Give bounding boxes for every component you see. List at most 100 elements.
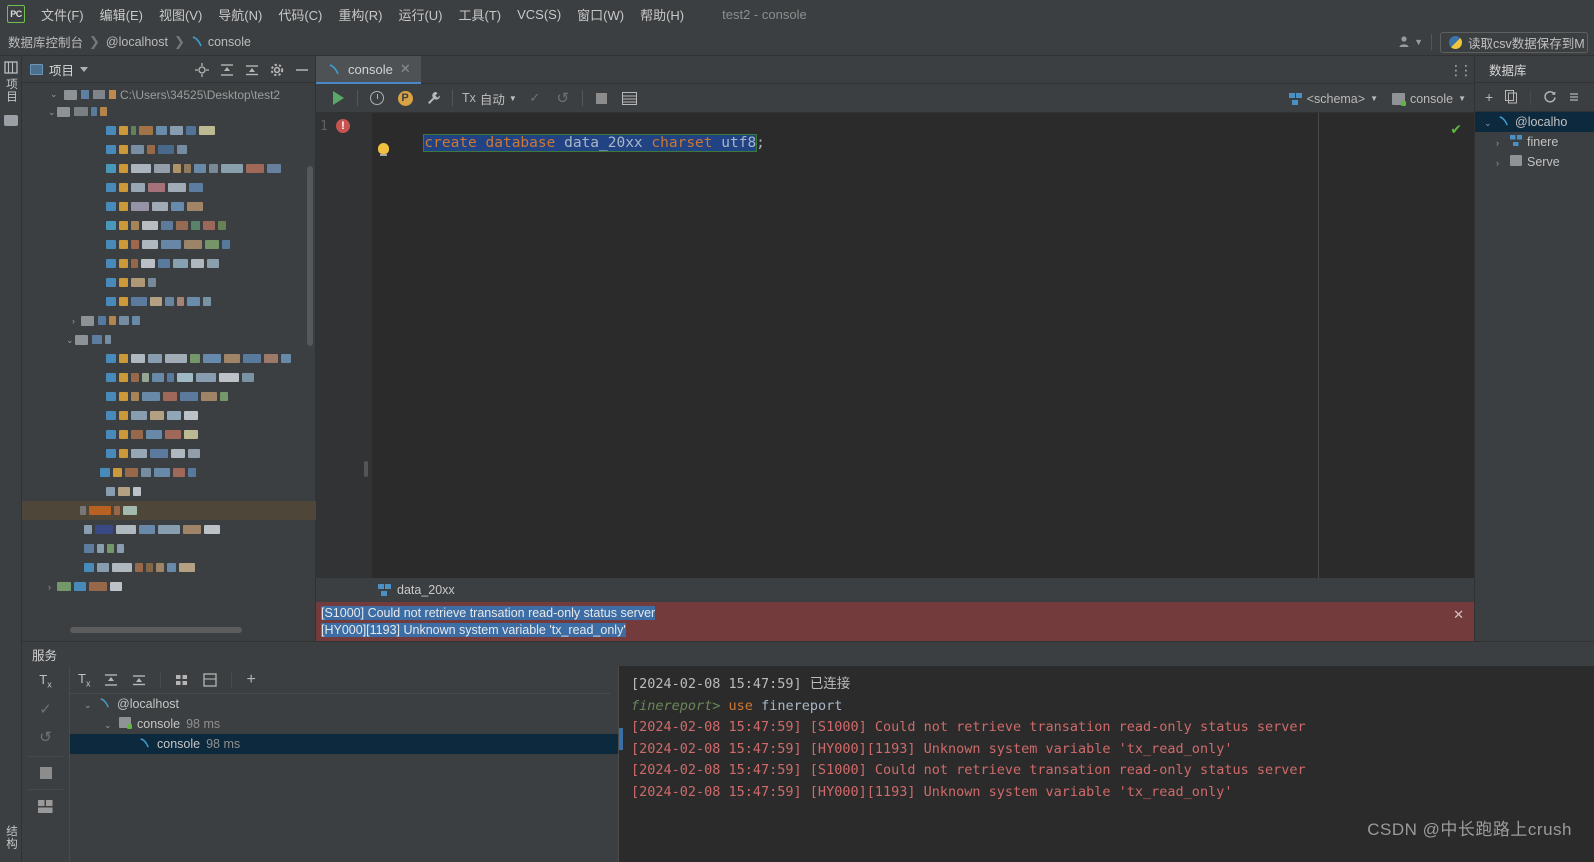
chevron-down-icon[interactable]: ⌄ xyxy=(104,720,113,730)
chevron-right-icon[interactable]: › xyxy=(72,316,81,326)
project-tree-row[interactable] xyxy=(22,406,316,425)
error-marker-icon[interactable]: ! xyxy=(336,119,350,133)
menu-item-9[interactable]: 窗口(W) xyxy=(569,2,632,27)
layout-icon[interactable] xyxy=(38,799,53,813)
inspection-ok-icon[interactable]: ✔ xyxy=(1450,121,1462,138)
collapse-all-icon[interactable] xyxy=(245,63,259,77)
hide-panel-icon[interactable] xyxy=(295,63,309,77)
run-configuration-selector[interactable]: 读取csv数据保存到M xyxy=(1440,31,1588,53)
history-button[interactable] xyxy=(363,86,391,110)
database-tree-row[interactable]: › Serve xyxy=(1475,152,1594,172)
group-icon[interactable] xyxy=(175,673,189,687)
project-tree-row[interactable] xyxy=(22,140,316,159)
breadcrumb-console[interactable]: console xyxy=(191,35,251,49)
tx-mode-selector[interactable]: Tx 自动 ▼ xyxy=(458,89,521,108)
menu-item-7[interactable]: 工具(T) xyxy=(450,2,509,27)
copy-icon[interactable] xyxy=(1505,90,1518,104)
sql-editor[interactable]: 1 ! create database data_20xx charset ut… xyxy=(316,113,1474,578)
menu-item-6[interactable]: 运行(U) xyxy=(390,2,450,27)
project-tree-row[interactable] xyxy=(22,501,316,520)
project-tree-row[interactable] xyxy=(22,292,316,311)
database-tree[interactable]: ⌄ @localho › finere › Serve xyxy=(1475,112,1594,172)
project-tree-row[interactable] xyxy=(22,121,316,140)
result-tab-label[interactable]: data_20xx xyxy=(397,583,455,597)
project-tool-label[interactable]: 项目 xyxy=(3,74,19,107)
tx-icon[interactable]: Tx xyxy=(78,671,90,689)
chevron-right-icon[interactable]: › xyxy=(48,582,57,592)
project-tree-row[interactable] xyxy=(22,216,316,235)
close-icon[interactable]: ✕ xyxy=(400,61,411,77)
run-button[interactable] xyxy=(324,86,352,110)
menu-item-3[interactable]: 导航(N) xyxy=(210,2,270,27)
close-icon[interactable]: ✕ xyxy=(1453,607,1464,623)
refresh-icon[interactable] xyxy=(1543,90,1557,104)
project-tree-row[interactable] xyxy=(22,273,316,292)
expand-all-icon[interactable] xyxy=(220,63,234,77)
chevron-down-icon[interactable]: ⌄ xyxy=(84,700,93,710)
project-tree-row[interactable] xyxy=(22,197,316,216)
project-tree-row[interactable] xyxy=(22,425,316,444)
project-tree-row[interactable] xyxy=(22,520,316,539)
project-tree-vscrollbar[interactable] xyxy=(307,166,313,346)
intention-bulb-icon[interactable] xyxy=(378,143,389,156)
services-tree-row[interactable]: console 98 ms xyxy=(70,734,618,754)
expand-all-icon[interactable] xyxy=(104,673,118,687)
project-tree-row[interactable] xyxy=(22,539,316,558)
chevron-right-icon[interactable]: › xyxy=(1496,158,1505,168)
breadcrumb-localhost[interactable]: @localhost xyxy=(106,35,168,49)
database-tree-row[interactable]: ⌄ @localho xyxy=(1475,112,1594,132)
person-icon[interactable]: ▼ xyxy=(1398,35,1423,49)
gear-icon[interactable] xyxy=(270,63,284,77)
chevron-down-icon[interactable]: ⌄ xyxy=(1484,118,1493,128)
project-tree-row[interactable]: › xyxy=(22,577,316,596)
project-tree-row[interactable]: › xyxy=(22,311,316,330)
session-selector[interactable]: console ▼ xyxy=(1391,92,1466,106)
sql-code-line[interactable]: create database data_20xx charset utf8; xyxy=(372,118,765,168)
services-tree-row[interactable]: ⌄ @localhost xyxy=(70,694,618,714)
menu-item-5[interactable]: 重构(R) xyxy=(330,2,390,27)
breadcrumb-db-console[interactable]: 数据库控制台 xyxy=(8,32,83,51)
database-options-kebab-icon[interactable]: ⋮ xyxy=(1459,62,1473,79)
project-tree-row[interactable] xyxy=(22,254,316,273)
tab-console[interactable]: console ✕ xyxy=(316,56,421,84)
menu-item-1[interactable]: 编辑(E) xyxy=(92,2,151,27)
menu-item-4[interactable]: 代码(C) xyxy=(270,2,330,27)
rollback-button[interactable]: ↺ xyxy=(549,86,577,110)
chevron-down-icon[interactable]: ⌄ xyxy=(66,335,75,345)
add-icon[interactable]: + xyxy=(246,671,255,689)
menu-item-8[interactable]: VCS(S) xyxy=(509,4,569,25)
show-options-icon[interactable] xyxy=(203,672,218,687)
editor-splitter-handle[interactable] xyxy=(364,461,368,477)
data-view-button[interactable] xyxy=(616,86,644,110)
project-tree-row[interactable] xyxy=(22,482,316,501)
locate-icon[interactable] xyxy=(195,62,209,77)
services-tree[interactable]: ⌄ @localhost ⌄ console 98 ms console 98 ms xyxy=(70,694,618,862)
chevron-down-icon[interactable]: ⌄ xyxy=(48,107,57,117)
rollback-icon[interactable]: ↺ xyxy=(39,728,52,746)
add-icon[interactable]: + xyxy=(1485,89,1493,105)
project-tree-row[interactable] xyxy=(22,159,316,178)
database-tree-row[interactable]: › finere xyxy=(1475,132,1594,152)
project-tree-row[interactable] xyxy=(22,178,316,197)
project-tree-row[interactable] xyxy=(22,368,316,387)
commit-button[interactable]: ✓ xyxy=(521,86,549,110)
project-tree-row[interactable] xyxy=(22,558,316,577)
project-tree-hscrollbar[interactable] xyxy=(70,627,242,633)
menu-item-2[interactable]: 视图(V) xyxy=(151,2,210,27)
project-tree-row[interactable]: ⌄ xyxy=(22,330,316,349)
project-tree-row[interactable] xyxy=(22,444,316,463)
commit-icon[interactable]: ✓ xyxy=(39,700,52,718)
collapse-all-icon[interactable] xyxy=(132,673,146,687)
menu-item-10[interactable]: 帮助(H) xyxy=(632,2,692,27)
project-root-path-row[interactable]: ⌄ C:\Users\34525\Desktop\test2 xyxy=(22,86,315,103)
schema-selector[interactable]: <schema> ▼ xyxy=(1288,92,1378,106)
menu-item-0[interactable]: 文件(F) xyxy=(33,2,92,27)
folder-icon[interactable] xyxy=(4,115,18,126)
project-tree[interactable]: ⌄ › ⌄ › xyxy=(22,102,316,624)
project-tree-row[interactable]: ⌄ xyxy=(22,102,316,121)
chevron-down-icon[interactable] xyxy=(80,66,89,72)
project-tree-row[interactable] xyxy=(22,387,316,406)
more-icon[interactable] xyxy=(1569,90,1579,104)
stop-icon[interactable] xyxy=(39,766,52,779)
project-tree-row[interactable] xyxy=(22,463,316,482)
